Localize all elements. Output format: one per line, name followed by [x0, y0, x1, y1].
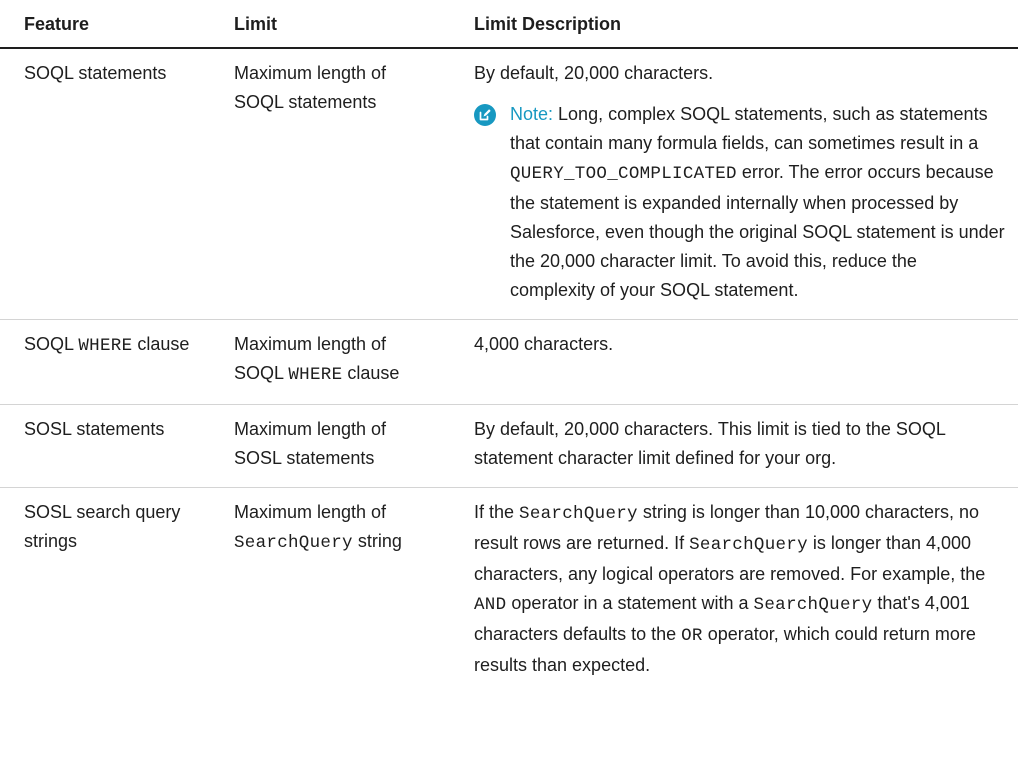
table-row: SOQL WHERE clause Maximum length of SOQL… — [0, 319, 1018, 405]
table-row: SOSL search query strings Maximum length… — [0, 488, 1018, 695]
description-cell: 4,000 characters. — [450, 319, 1018, 405]
feature-cell: SOSL search query strings — [24, 502, 181, 551]
inline-code: AND — [474, 595, 507, 615]
note-body: Note: Long, complex SOQL statements, suc… — [510, 100, 1006, 305]
note-block: Note: Long, complex SOQL statements, suc… — [474, 100, 1006, 305]
feature-cell: SOQL statements — [0, 48, 210, 320]
inline-code: SearchQuery — [753, 595, 873, 615]
note-text: Long, complex SOQL statements, such as s… — [510, 104, 1005, 300]
description-cell: If the SearchQuery string is longer than… — [474, 502, 986, 675]
inline-code: SearchQuery — [234, 533, 353, 553]
limit-header: Limit — [210, 0, 450, 49]
limit-cell: Maximum length of SOQL statements — [210, 48, 450, 320]
table-row: SOQL statements Maximum length of SOQL s… — [0, 48, 1018, 320]
note-label: Note: — [510, 104, 554, 124]
feature-cell: SOSL statements — [0, 404, 210, 488]
inline-code: QUERY_TOO_COMPLICATED — [510, 164, 737, 184]
inline-code: WHERE — [288, 365, 343, 385]
table-row: SOSL statements Maximum length of SOSL s… — [0, 404, 1018, 488]
feature-cell: SOQL WHERE clause — [0, 319, 210, 405]
limits-table: Feature Limit Limit Description SOQL sta… — [0, 0, 1018, 694]
limit-cell: Maximum length of SearchQuery string — [234, 502, 402, 553]
feature-header: Feature — [0, 0, 210, 49]
inline-code: OR — [681, 626, 703, 646]
description-text: By default, 20,000 characters. — [474, 63, 714, 83]
inline-code: WHERE — [78, 336, 133, 356]
description-cell: By default, 20,000 characters. This limi… — [450, 404, 1018, 488]
limit-cell: Maximum length of SOQL WHERE clause — [210, 319, 450, 405]
header-row: Feature Limit Limit Description — [0, 0, 1018, 49]
inline-code: SearchQuery — [519, 504, 638, 524]
limit-cell: Maximum length of SOSL statements — [210, 404, 450, 488]
edit-note-icon — [474, 104, 510, 126]
inline-code: SearchQuery — [689, 535, 808, 555]
description-cell: By default, 20,000 characters. Note: Lon… — [450, 48, 1018, 320]
description-header: Limit Description — [450, 0, 1018, 49]
